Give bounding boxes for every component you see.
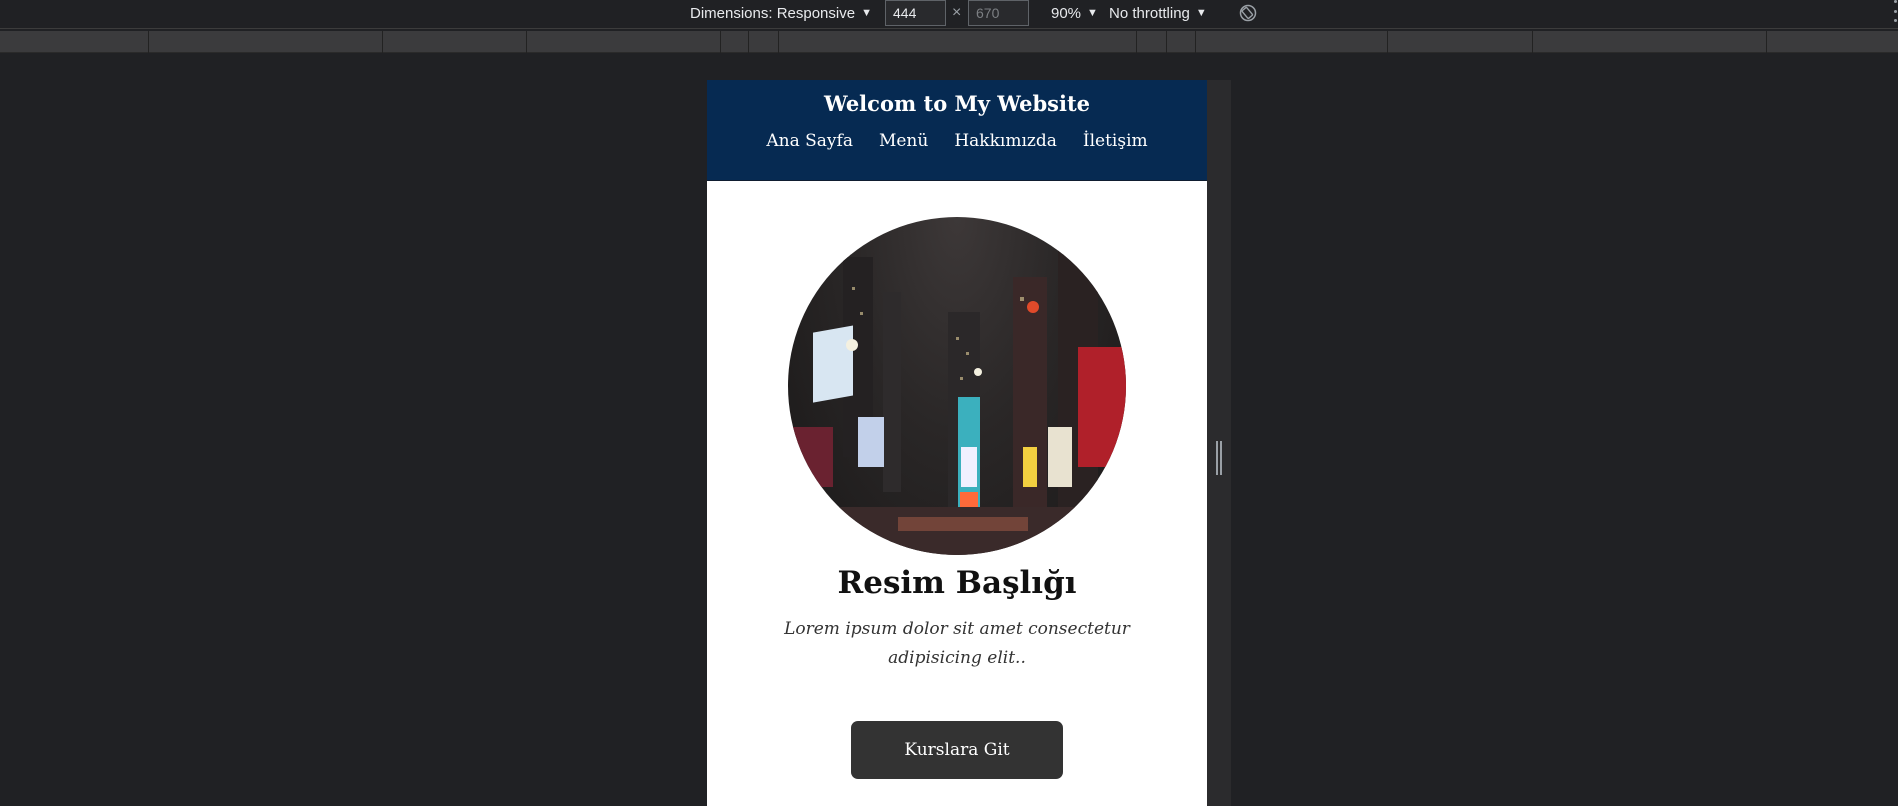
chevron-down-icon: ▼ [861,7,872,19]
dimensions-dropdown[interactable]: Dimensions: Responsive ▼ [690,0,872,26]
nav-link-contact[interactable]: İletişim [1083,131,1148,151]
throttling-dropdown[interactable]: No throttling ▼ [1109,0,1207,26]
site-header: Welcom to My Website Ana Sayfa Menü Hakk… [707,80,1207,181]
rotate-icon [1239,4,1257,22]
nav-link-home[interactable]: Ana Sayfa [766,131,853,151]
image-description: Lorem ipsum dolor sit amet consectetur a… [784,619,1130,668]
rotate-button[interactable] [1239,0,1257,26]
device-toolbar: Dimensions: Responsive ▼ × 90% ▼ No thro… [0,0,1898,29]
resize-handle[interactable] [1216,441,1222,475]
image-title: Resim Başlığı [837,565,1077,601]
courses-button[interactable]: Kurslara Git [851,721,1063,779]
width-input[interactable] [885,0,946,26]
zoom-dropdown[interactable]: 90% ▼ [1051,0,1098,26]
times-separator: × [952,4,962,21]
device-viewport: Welcom to My Website Ana Sayfa Menü Hakk… [707,80,1207,806]
site-nav: Ana Sayfa Menü Hakkımızda İletişim [707,131,1207,151]
chevron-down-icon: ▼ [1195,7,1207,19]
site-title: Welcom to My Website [823,91,1091,116]
more-options-icon[interactable] [1892,0,1898,22]
media-query-ruler[interactable] [0,31,1898,53]
nav-link-about[interactable]: Hakkımızda [954,131,1057,151]
throttling-label: No throttling [1109,4,1190,22]
nav-link-menu[interactable]: Menü [879,131,928,151]
zoom-label: 90% [1051,4,1082,22]
chevron-down-icon: ▼ [1087,7,1098,19]
height-input[interactable] [968,0,1029,26]
main-content: Resim Başlığı Lorem ipsum dolor sit amet… [707,217,1207,779]
city-night-photo [788,217,1126,555]
dimensions-label: Dimensions: Responsive [690,4,856,22]
